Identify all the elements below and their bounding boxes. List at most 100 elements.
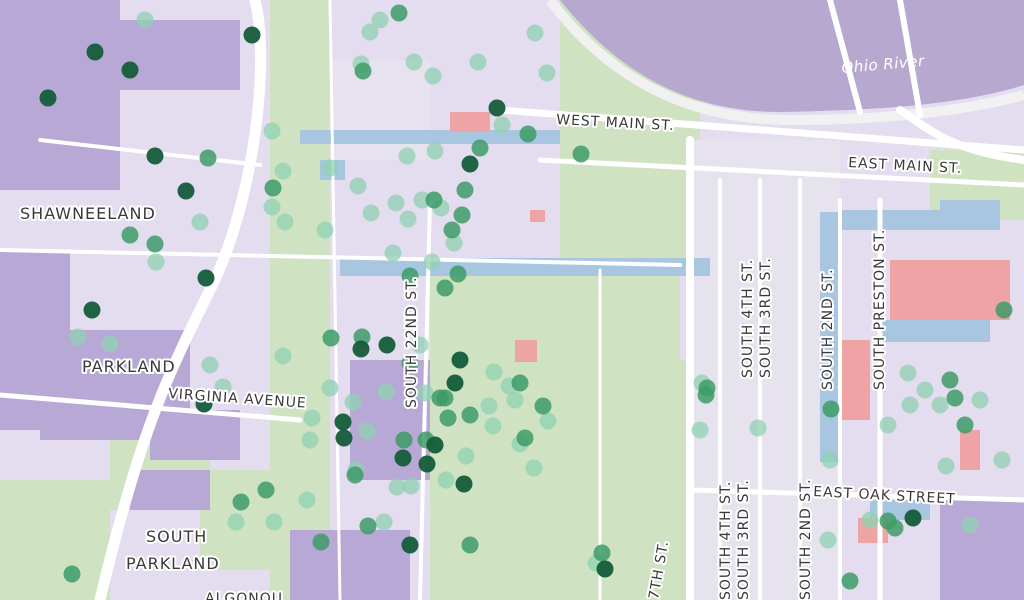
marker-mid[interactable]: [461, 536, 479, 554]
marker-light[interactable]: [861, 511, 879, 529]
marker-mid[interactable]: [264, 179, 282, 197]
marker-light[interactable]: [387, 194, 405, 212]
marker-dark[interactable]: [426, 436, 444, 454]
map-canvas[interactable]: Ohio River WEST MAIN ST. EAST MAIN ST. S…: [0, 0, 1024, 600]
marker-dark[interactable]: [904, 509, 922, 527]
marker-light[interactable]: [506, 391, 524, 409]
marker-mid[interactable]: [516, 429, 534, 447]
marker-light[interactable]: [819, 531, 837, 549]
marker-mid[interactable]: [425, 191, 443, 209]
marker-mid[interactable]: [886, 519, 904, 537]
marker-mid[interactable]: [443, 221, 461, 239]
marker-light[interactable]: [931, 396, 949, 414]
marker-dark[interactable]: [461, 155, 479, 173]
marker-light[interactable]: [358, 422, 376, 440]
marker-mid[interactable]: [121, 226, 139, 244]
marker-mid[interactable]: [232, 493, 250, 511]
marker-light[interactable]: [691, 421, 709, 439]
marker-light[interactable]: [437, 471, 455, 489]
marker-mid[interactable]: [941, 371, 959, 389]
marker-light[interactable]: [469, 53, 487, 71]
marker-light[interactable]: [480, 397, 498, 415]
marker-dark[interactable]: [401, 536, 419, 554]
marker-light[interactable]: [539, 412, 557, 430]
marker-light[interactable]: [398, 147, 416, 165]
marker-mid[interactable]: [63, 565, 81, 583]
marker-light[interactable]: [384, 244, 402, 262]
marker-light[interactable]: [377, 383, 395, 401]
marker-light[interactable]: [916, 381, 934, 399]
marker-light[interactable]: [69, 328, 87, 346]
marker-light[interactable]: [901, 396, 919, 414]
marker-dark[interactable]: [446, 374, 464, 392]
marker-mid[interactable]: [593, 544, 611, 562]
marker-light[interactable]: [147, 253, 165, 271]
marker-mid[interactable]: [346, 466, 364, 484]
marker-light[interactable]: [961, 516, 979, 534]
marker-mid[interactable]: [354, 62, 372, 80]
marker-light[interactable]: [274, 162, 292, 180]
marker-dark[interactable]: [455, 475, 473, 493]
marker-light[interactable]: [303, 409, 321, 427]
marker-light[interactable]: [493, 116, 511, 134]
marker-light[interactable]: [399, 210, 417, 228]
marker-dark[interactable]: [83, 301, 101, 319]
marker-dark[interactable]: [335, 429, 353, 447]
marker-mid[interactable]: [534, 397, 552, 415]
marker-mid[interactable]: [471, 139, 489, 157]
marker-light[interactable]: [424, 67, 442, 85]
marker-light[interactable]: [191, 213, 209, 231]
marker-light[interactable]: [375, 513, 393, 531]
marker-light[interactable]: [525, 459, 543, 477]
marker-light[interactable]: [538, 64, 556, 82]
marker-light[interactable]: [426, 142, 444, 160]
marker-light[interactable]: [136, 11, 154, 29]
marker-mid[interactable]: [511, 374, 529, 392]
marker-dark[interactable]: [378, 336, 396, 354]
marker-mid[interactable]: [995, 301, 1013, 319]
marker-mid[interactable]: [456, 181, 474, 199]
marker-mid[interactable]: [697, 386, 715, 404]
marker-light[interactable]: [749, 419, 767, 437]
marker-mid[interactable]: [359, 517, 377, 535]
marker-light[interactable]: [971, 391, 989, 409]
marker-mid[interactable]: [572, 145, 590, 163]
marker-dark[interactable]: [177, 182, 195, 200]
marker-mid[interactable]: [449, 265, 467, 283]
marker-mid[interactable]: [395, 431, 413, 449]
marker-dark[interactable]: [334, 413, 352, 431]
marker-light[interactable]: [321, 379, 339, 397]
marker-dark[interactable]: [243, 26, 261, 44]
marker-light[interactable]: [879, 416, 897, 434]
marker-light[interactable]: [526, 24, 544, 42]
marker-light[interactable]: [423, 253, 441, 271]
marker-dark[interactable]: [451, 351, 469, 369]
marker-light[interactable]: [457, 447, 475, 465]
marker-dark[interactable]: [352, 340, 370, 358]
marker-mid[interactable]: [322, 329, 340, 347]
marker-mid[interactable]: [956, 416, 974, 434]
marker-light[interactable]: [993, 451, 1011, 469]
marker-light[interactable]: [263, 198, 281, 216]
marker-light[interactable]: [349, 177, 367, 195]
marker-dark[interactable]: [394, 449, 412, 467]
marker-mid[interactable]: [946, 389, 964, 407]
marker-dark[interactable]: [86, 43, 104, 61]
marker-light[interactable]: [821, 451, 839, 469]
marker-light[interactable]: [371, 11, 389, 29]
marker-light[interactable]: [298, 491, 316, 509]
marker-dark[interactable]: [121, 61, 139, 79]
marker-mid[interactable]: [519, 125, 537, 143]
marker-dark[interactable]: [39, 89, 57, 107]
marker-light[interactable]: [405, 53, 423, 71]
marker-mid[interactable]: [453, 206, 471, 224]
marker-light[interactable]: [276, 213, 294, 231]
marker-light[interactable]: [227, 513, 245, 531]
marker-light[interactable]: [274, 347, 292, 365]
marker-mid[interactable]: [841, 572, 859, 590]
marker-dark[interactable]: [488, 99, 506, 117]
marker-light[interactable]: [484, 417, 502, 435]
marker-dark[interactable]: [197, 269, 215, 287]
marker-light[interactable]: [101, 335, 119, 353]
marker-light[interactable]: [344, 393, 362, 411]
